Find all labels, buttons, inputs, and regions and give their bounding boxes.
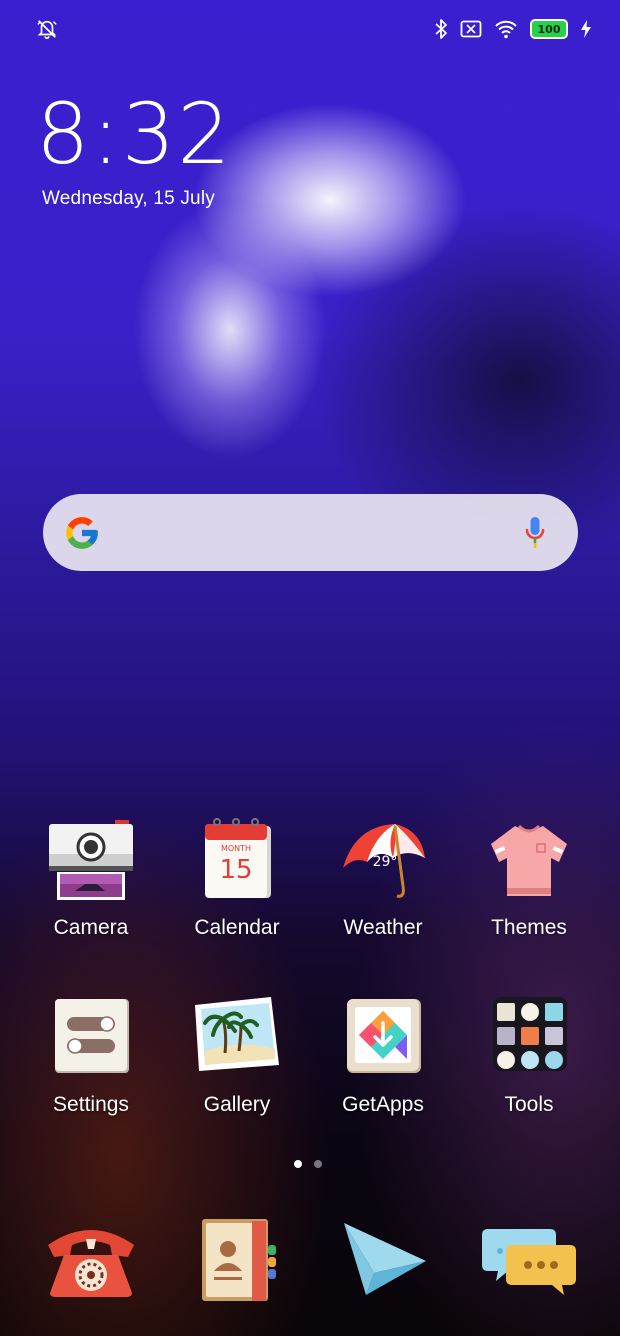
- app-tools-folder[interactable]: Tools: [469, 995, 589, 1117]
- dock-browser[interactable]: [336, 1215, 446, 1315]
- tshirt-icon: [483, 818, 575, 910]
- page-indicator: [294, 1160, 322, 1168]
- page-dot-current[interactable]: [294, 1160, 302, 1168]
- camera-icon: [45, 818, 137, 910]
- clock-time[interactable]: 8:32: [36, 84, 233, 184]
- wifi-icon: [495, 20, 517, 39]
- app-label: Weather: [343, 916, 423, 939]
- app-label: Tools: [504, 1093, 554, 1116]
- dock-contacts[interactable]: [190, 1215, 300, 1315]
- dock-phone[interactable]: [36, 1215, 146, 1315]
- battery-level: 100: [537, 22, 561, 36]
- phone-icon: [48, 1230, 134, 1297]
- dock-messages[interactable]: [478, 1215, 588, 1315]
- app-getapps[interactable]: GetApps: [323, 995, 443, 1117]
- status-bar: 100: [0, 14, 620, 44]
- messages-icon: [482, 1229, 576, 1295]
- charging-bolt-icon: [581, 20, 591, 38]
- app-settings[interactable]: Settings: [31, 995, 151, 1117]
- bluetooth-icon: [435, 19, 447, 39]
- app-label: Settings: [53, 1093, 129, 1116]
- app-themes[interactable]: Themes: [469, 818, 589, 940]
- toggles-icon: [45, 995, 137, 1087]
- app-label: Themes: [491, 916, 567, 939]
- dnd-vibrate-off-icon: [37, 20, 57, 39]
- calendar-icon: MONTH 15: [191, 818, 283, 910]
- tools-folder-icon: [483, 995, 575, 1087]
- app-weather[interactable]: 29° Weather: [323, 818, 443, 940]
- calendar-month-text: MONTH: [221, 844, 251, 853]
- app-camera[interactable]: Camera: [31, 818, 151, 940]
- page-dot[interactable]: [314, 1160, 322, 1168]
- google-g-icon: [66, 517, 98, 549]
- app-label: GetApps: [342, 1093, 424, 1116]
- palm-beach-icon: [191, 995, 283, 1087]
- app-calendar[interactable]: MONTH 15 Calendar: [177, 818, 297, 940]
- weather-temp-text: 29°: [373, 854, 398, 870]
- app-label: Calendar: [194, 916, 280, 939]
- weather-umbrella-icon: 29°: [337, 818, 429, 910]
- paper-plane-icon: [344, 1223, 426, 1295]
- clock-date[interactable]: Wednesday, 15 July: [42, 188, 215, 210]
- getapps-icon: [337, 995, 429, 1087]
- battery-icon: 100: [530, 19, 568, 39]
- google-search-bar[interactable]: [43, 494, 578, 571]
- no-sim-icon: [460, 20, 482, 38]
- microphone-icon[interactable]: [524, 515, 546, 551]
- app-label: Camera: [53, 916, 129, 939]
- app-gallery[interactable]: Gallery: [177, 995, 297, 1117]
- app-label: Gallery: [203, 1093, 271, 1116]
- contacts-icon: [202, 1219, 276, 1301]
- calendar-day-text: 15: [219, 855, 252, 885]
